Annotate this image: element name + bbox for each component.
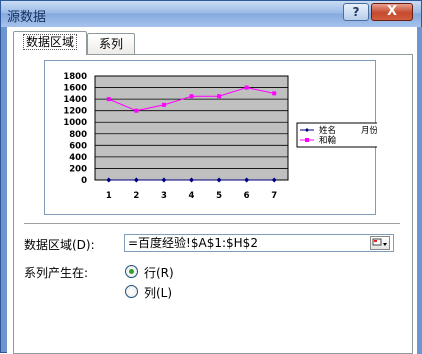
- range-picker-icon[interactable]: [370, 236, 390, 250]
- series-in-label: 系列产生在:: [24, 266, 89, 280]
- y-tick-label: 1400: [63, 95, 87, 105]
- y-tick-label: 400: [69, 153, 87, 163]
- legend-label: 和翰: [319, 135, 337, 146]
- window-title: 源数据: [7, 10, 47, 25]
- tab-series[interactable]: 系列: [87, 33, 135, 55]
- tab-data-range[interactable]: 数据区域: [13, 31, 87, 55]
- data-point: [272, 91, 277, 96]
- radio-rows-dot: [129, 269, 134, 274]
- help-button[interactable]: ?: [343, 3, 369, 21]
- x-tick-label: 7: [271, 191, 277, 201]
- x-tick-label: 6: [244, 191, 250, 201]
- dialog-body: 数据区域 系列 0 200 400 600 800 1000 1200 1400 1600 180…: [7, 27, 417, 354]
- y-tick-label: 0: [81, 176, 87, 186]
- y-tick-label: 1200: [63, 107, 87, 117]
- y-tick-label: 200: [69, 164, 87, 174]
- x-tick-label: 1: [106, 191, 112, 201]
- data-point: [134, 108, 139, 113]
- tab-panel: 0 200 400 600 800 1000 1200 1400 1600 1800 1 2 3 4 5 6 7…: [13, 54, 413, 354]
- y-tick-label: 1600: [63, 84, 87, 94]
- x-tick-label: 5: [216, 191, 222, 201]
- y-tick-label: 1800: [63, 72, 87, 82]
- chart-preview: 0 200 400 600 800 1000 1200 1400 1600 1800 1 2 3 4 5 6 7…: [44, 60, 381, 215]
- x-tick-label: 2: [133, 191, 139, 201]
- tab-data-range-label: 数据区域: [22, 34, 77, 50]
- radio-rows-label: 行(R): [144, 266, 174, 280]
- plot-area: [94, 75, 289, 181]
- data-point: [161, 102, 166, 107]
- radio-columns-label: 列(L): [144, 286, 173, 300]
- x-tick-label: 4: [189, 191, 195, 201]
- data-point: [189, 94, 194, 99]
- data-point: [106, 97, 111, 102]
- legend-label-extra: 月份: [361, 125, 377, 136]
- x-tick-label: 3: [161, 191, 167, 201]
- data-point: [217, 94, 222, 99]
- y-tick-label: 1000: [63, 118, 87, 128]
- line-chart: 0 200400 600800 10001200 14001600 1800 1 2 3 4 5 6 7…: [63, 72, 381, 201]
- close-button[interactable]: X: [371, 3, 413, 21]
- separator: [24, 223, 400, 224]
- y-tick-label: 600: [69, 141, 87, 151]
- radio-columns[interactable]: [125, 285, 138, 298]
- data-range-input[interactable]: =百度经验!$A$1:$H$2: [124, 234, 394, 252]
- legend-label: 姓名: [319, 125, 336, 136]
- y-tick-label: 800: [69, 130, 87, 140]
- data-range-label: 数据区域(D):: [24, 238, 95, 252]
- legend-marker: [305, 138, 309, 142]
- source-data-dialog: 源数据 ? X 数据区域 系列 0 200 400 600 800 1000 1200 140…: [0, 0, 422, 354]
- title-bar: 源数据 ? X: [1, 1, 421, 27]
- data-point: [244, 85, 249, 90]
- tab-series-label: 系列: [98, 37, 123, 51]
- window-frame-right: [417, 27, 422, 354]
- radio-rows[interactable]: [125, 265, 138, 278]
